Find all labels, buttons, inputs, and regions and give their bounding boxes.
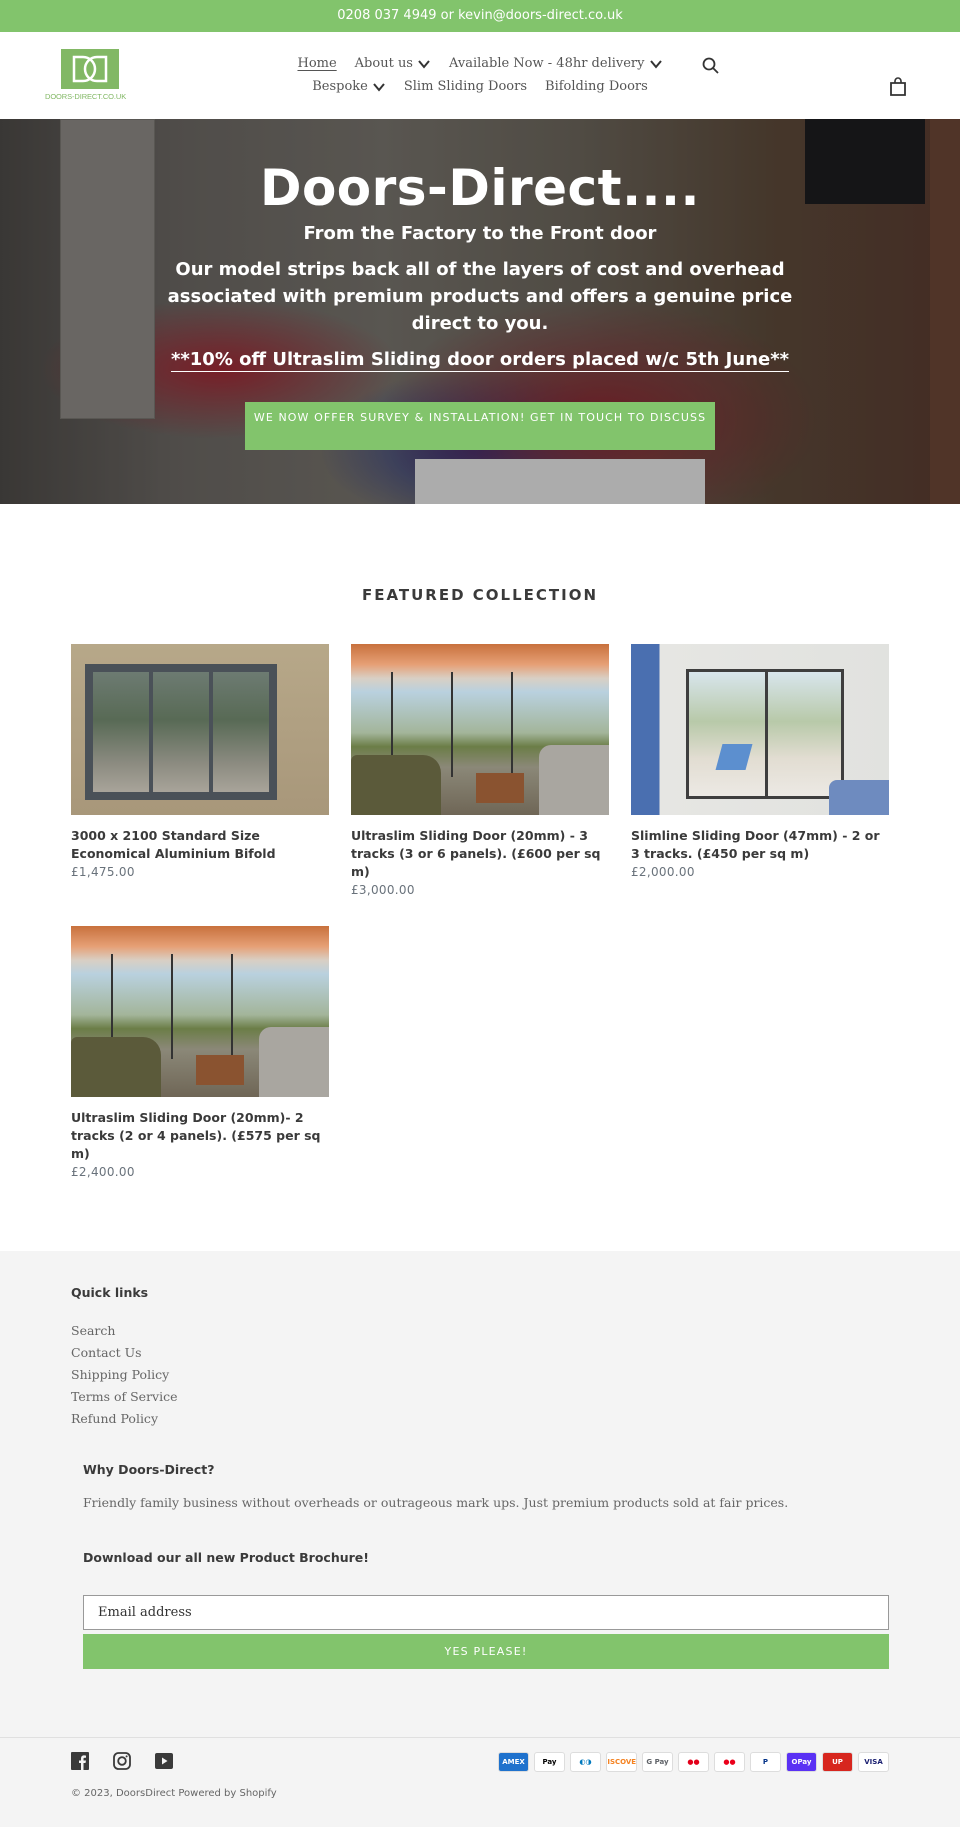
discover-icon: DISCOVER xyxy=(606,1752,637,1772)
nav-item-bifolding-doors[interactable]: Bifolding Doors xyxy=(545,75,648,98)
why-title: Why Doors-Direct? xyxy=(83,1462,215,1477)
product-card[interactable]: 3000 x 2100 Standard Size Economical Alu… xyxy=(71,644,329,899)
american-express-icon: AMEX xyxy=(498,1752,529,1772)
product-image xyxy=(351,644,609,815)
footer-link-shipping-policy[interactable]: Shipping Policy xyxy=(71,1367,169,1382)
section-title: FEATURED COLLECTION xyxy=(361,586,599,604)
instagram-icon xyxy=(113,1752,131,1770)
subscribe-button[interactable]: YES PLEASE! xyxy=(83,1634,889,1669)
hero-description: Our model strips back all of the layers … xyxy=(167,259,793,334)
instagram-link[interactable] xyxy=(113,1752,131,1774)
product-price: £1,475.00 xyxy=(71,865,135,879)
survey-installation-button[interactable]: We now offer Survey & Installation! Get … xyxy=(245,402,715,450)
hero-background-chair xyxy=(415,459,705,504)
product-card[interactable]: Ultraslim Sliding Door (20mm) - 3 tracks… xyxy=(351,644,609,899)
product-title: 3000 x 2100 Standard Size Economical Alu… xyxy=(71,828,276,861)
chevron-down-icon xyxy=(373,82,385,92)
search-button[interactable] xyxy=(701,56,723,78)
logo-text: DOORS-DIRECT.CO.UK xyxy=(45,92,127,101)
product-title: Ultraslim Sliding Door (20mm)- 2 tracks … xyxy=(71,1110,321,1161)
nav-item-bespoke[interactable]: Bespoke xyxy=(312,75,386,98)
quick-links: Search Contact Us Shipping Policy Terms … xyxy=(71,1320,889,1430)
product-price: £2,000.00 xyxy=(631,865,695,879)
chevron-down-icon xyxy=(418,59,430,69)
facebook-link[interactable] xyxy=(71,1752,89,1774)
site-footer: Quick links Search Contact Us Shipping P… xyxy=(0,1251,960,1827)
cart-button[interactable] xyxy=(889,77,909,97)
quick-links-title: Quick links xyxy=(71,1285,149,1300)
nav-item-slim-sliding-doors[interactable]: Slim Sliding Doors xyxy=(404,75,527,98)
product-price: £2,400.00 xyxy=(71,1165,135,1179)
product-image xyxy=(631,644,889,815)
promo-link[interactable]: **10% off Ultraslim Sliding door orders … xyxy=(170,349,790,372)
maestro-icon: ●● xyxy=(678,1752,709,1772)
product-image xyxy=(71,644,329,815)
shopping-bag-icon xyxy=(890,77,906,96)
product-grid: 3000 x 2100 Standard Size Economical Alu… xyxy=(71,644,889,1181)
footer-bottom: AMEX Pay◐◑DISCOVERG Pay●●●●POPayUPVISA ©… xyxy=(0,1737,960,1827)
apple-pay-icon: Pay xyxy=(534,1752,565,1772)
announcement-bar: 0208 037 4949 or kevin@doors-direct.co.u… xyxy=(0,0,960,32)
hero-title: Doors-Direct.... xyxy=(259,159,701,217)
footer-link-refund-policy[interactable]: Refund Policy xyxy=(71,1411,158,1426)
footer-link-contact-us[interactable]: Contact Us xyxy=(71,1345,142,1360)
logo-link[interactable]: DOORS-DIRECT.CO.UK xyxy=(45,49,135,101)
youtube-link[interactable] xyxy=(155,1752,173,1774)
product-title: Slimline Sliding Door (47mm) - 2 or 3 tr… xyxy=(631,828,880,861)
chevron-down-icon xyxy=(649,59,662,69)
search-icon xyxy=(702,57,719,74)
announcement-text: 0208 037 4949 or kevin@doors-direct.co.u… xyxy=(337,8,623,23)
diners-club-icon: ◐◑ xyxy=(570,1752,601,1772)
footer-link-search[interactable]: Search xyxy=(71,1323,115,1338)
hero-subtitle: From the Factory to the Front door xyxy=(303,223,657,244)
shop-pay-icon: OPay xyxy=(786,1752,817,1772)
google-pay-icon: G Pay xyxy=(642,1752,673,1772)
hero-banner: Doors-Direct.... From the Factory to the… xyxy=(0,119,960,504)
dd-logo-icon xyxy=(61,49,119,89)
product-card[interactable]: Slimline Sliding Door (47mm) - 2 or 3 tr… xyxy=(631,644,889,899)
product-image xyxy=(71,926,329,1097)
product-title: Ultraslim Sliding Door (20mm) - 3 tracks… xyxy=(351,828,601,879)
visa-icon: VISA xyxy=(858,1752,889,1772)
paypal-icon: P xyxy=(750,1752,781,1772)
nav-item-home[interactable]: Home xyxy=(297,52,336,75)
payment-methods: AMEX Pay◐◑DISCOVERG Pay●●●●POPayUPVISA xyxy=(498,1752,889,1772)
featured-collection: FEATURED COLLECTION 3000 x 2100 Standard… xyxy=(0,504,960,1251)
footer-link-terms-of-service[interactable]: Terms of Service xyxy=(71,1389,178,1404)
email-input[interactable] xyxy=(83,1595,889,1630)
facebook-icon xyxy=(71,1752,89,1770)
brochure-title: Download our all new Product Brochure! xyxy=(83,1550,369,1565)
youtube-icon xyxy=(155,1753,173,1769)
union-pay-icon: UP xyxy=(822,1752,853,1772)
mastercard-icon: ●● xyxy=(714,1752,745,1772)
copyright: © 2023, DoorsDirect Powered by Shopify xyxy=(71,1788,277,1799)
product-price: £3,000.00 xyxy=(351,883,415,897)
why-section: Why Doors-Direct? Friendly family busine… xyxy=(83,1462,889,1669)
why-text: Friendly family business without overhea… xyxy=(83,1495,789,1510)
main-nav: Home About us Available Now - 48hr deliv… xyxy=(260,52,700,98)
nav-item-about-us[interactable]: About us xyxy=(355,52,431,75)
nav-item-available-now[interactable]: Available Now - 48hr delivery xyxy=(449,52,663,75)
site-header: DOORS-DIRECT.CO.UK Home About us Availab… xyxy=(0,32,960,119)
product-card[interactable]: Ultraslim Sliding Door (20mm)- 2 tracks … xyxy=(71,926,329,1181)
